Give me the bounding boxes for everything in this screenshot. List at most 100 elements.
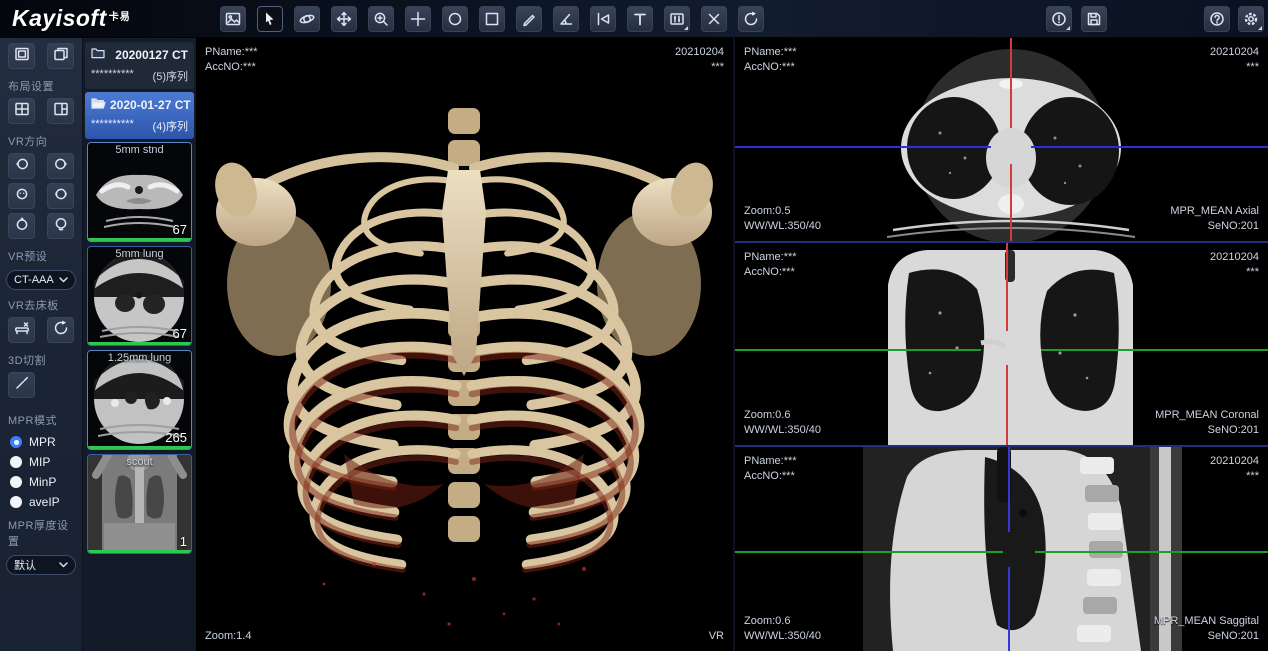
split-1-2-layout-button[interactable]	[47, 98, 74, 124]
pname-text: PName:***	[744, 454, 797, 469]
help-button[interactable]	[1204, 6, 1230, 32]
bed-icon	[14, 320, 30, 341]
study-title: 2020-01-27 CT	[110, 98, 191, 112]
pan-button[interactable]	[331, 6, 357, 32]
study-item-1[interactable]: 20200127 CT **********(5)序列	[85, 42, 194, 89]
series-thumbnail-scout[interactable]: scout 1	[87, 454, 192, 554]
mpr-option-mpr[interactable]: MPR	[0, 432, 82, 452]
toolbar-far-right-group	[1204, 6, 1264, 32]
masked-text: ***	[1210, 469, 1259, 484]
thumbnail-progress-bar	[88, 550, 191, 553]
question-icon	[1209, 11, 1225, 27]
sagittal-viewport[interactable]: PName:***AccNO:*** 20210204*** Zoom:0.6W…	[735, 447, 1268, 651]
thumbnail-count: 1	[180, 534, 187, 549]
remove-bed-button[interactable]	[8, 317, 35, 343]
coronal-zoom-overlay: Zoom:0.6WW/WL:350/40	[744, 408, 821, 438]
head-bottom-icon	[53, 216, 69, 237]
draw-line-button[interactable]	[516, 6, 542, 32]
vr-head-top-button[interactable]	[8, 213, 35, 239]
save-button[interactable]	[1081, 6, 1107, 32]
zoom-text: Zoom:0.5	[744, 204, 821, 219]
series-thumbnail-5mm-stnd[interactable]: 5mm stnd 67	[87, 142, 192, 242]
thumbnail-image	[88, 455, 191, 552]
bed-reset-button[interactable]	[47, 317, 74, 343]
mpr-thickness-value: 默认	[14, 557, 36, 573]
coronal-patient-overlay: PName:***AccNO:***	[744, 250, 797, 280]
vr-preset-value: CT-AAA	[14, 274, 54, 286]
mpr-option-mip[interactable]: MIP	[0, 452, 82, 472]
cursor-tool-button[interactable]	[257, 6, 283, 32]
reset-button[interactable]	[738, 6, 764, 32]
series-thumbnail-5mm-lung[interactable]: 5mm lung 67	[87, 246, 192, 346]
wwwl-text: WW/WL:350/40	[744, 629, 821, 644]
thumbnail-label: 1.25mm lung	[88, 352, 191, 364]
mpr-option-aveip[interactable]: aveIP	[0, 492, 82, 512]
coronal-viewport[interactable]: PName:***AccNO:*** 20210204*** Zoom:0.6W…	[735, 243, 1268, 447]
image-layout-button[interactable]	[220, 6, 246, 32]
seno-text: SeNO:201	[1154, 629, 1259, 644]
head-left-icon	[14, 156, 30, 177]
cursor-icon	[262, 11, 278, 27]
single-view-layout-button[interactable]	[8, 43, 35, 69]
accno-text: AccNO:***	[744, 469, 797, 484]
series-thumbnail-125mm-lung[interactable]: 1.25mm lung 265	[87, 350, 192, 450]
settings-button[interactable]	[1238, 6, 1264, 32]
panel-stack-layout-button[interactable]	[47, 43, 74, 69]
radio-icon	[10, 496, 22, 508]
rect-roi-button[interactable]	[479, 6, 505, 32]
radio-label: aveIP	[29, 495, 60, 509]
folder-icon	[91, 46, 105, 64]
delete-button[interactable]	[701, 6, 727, 32]
rotate-3d-button[interactable]	[294, 6, 320, 32]
accno-text: AccNO:***	[744, 265, 797, 280]
vr-face-back-button[interactable]	[47, 183, 74, 209]
pname-text: PName:***	[205, 45, 258, 60]
coronal-date-overlay: 20210204***	[1210, 250, 1259, 280]
text-annotation-button[interactable]	[627, 6, 653, 32]
chevron-down-icon	[59, 274, 68, 286]
vr-head-bottom-button[interactable]	[47, 213, 74, 239]
ellipse-roi-button[interactable]	[442, 6, 468, 32]
radio-label: MPR	[29, 435, 56, 449]
axial-patient-overlay: PName:***AccNO:***	[744, 45, 797, 75]
angle-measure-button[interactable]	[553, 6, 579, 32]
mpr-option-minp[interactable]: MinP	[0, 472, 82, 492]
angle-icon	[558, 11, 574, 27]
vr-preset-select[interactable]: CT-AAA	[6, 270, 76, 290]
vr-head-left-button[interactable]	[8, 153, 35, 179]
mpr-thickness-select[interactable]: 默认	[6, 555, 76, 575]
crosshair-button[interactable]	[405, 6, 431, 32]
vr-viewport[interactable]: PName:***AccNO:*** 20210204*** Zoom:1.4 …	[196, 38, 733, 651]
radio-icon	[10, 476, 22, 488]
pan-icon	[336, 11, 352, 27]
chevron-down-icon	[59, 559, 68, 571]
save-icon	[1086, 11, 1102, 27]
layout-settings-label: 布局设置	[0, 73, 82, 98]
monitor-icon	[14, 46, 30, 67]
study-item-2-selected[interactable]: 2020-01-27 CT **********(4)序列	[85, 92, 194, 139]
gear-icon	[1243, 11, 1259, 27]
about-button[interactable]	[1046, 6, 1072, 32]
sagittal-patient-overlay: PName:***AccNO:***	[744, 454, 797, 484]
scalpel-button[interactable]	[8, 372, 35, 398]
study-masked-id: **********	[91, 118, 134, 134]
info-icon	[1051, 11, 1067, 27]
window-level-button[interactable]	[664, 6, 690, 32]
grid-2x2-layout-button[interactable]	[8, 98, 35, 124]
thumbnail-progress-bar	[88, 238, 191, 241]
logo-text: Kayisoft	[12, 5, 107, 31]
zoom-tool-button[interactable]	[368, 6, 394, 32]
radio-selected-icon	[10, 436, 22, 448]
vr-face-front-button[interactable]	[8, 183, 35, 209]
topbar: Kayisoft卡易	[0, 0, 1268, 38]
zoom-icon	[373, 11, 389, 27]
cobb-play-button[interactable]	[590, 6, 616, 32]
accno-text: AccNO:***	[744, 60, 797, 75]
rect-roi-icon	[484, 11, 500, 27]
axial-viewport[interactable]: PName:***AccNO:*** 20210204*** Zoom:0.5W…	[735, 38, 1268, 243]
thumbnail-progress-bar	[88, 446, 191, 449]
thumbnail-label: 5mm lung	[88, 248, 191, 260]
vr-head-right-button[interactable]	[47, 153, 74, 179]
folder-open-icon	[91, 96, 106, 114]
dicom-viewer-app: Kayisoft卡易	[0, 0, 1268, 651]
